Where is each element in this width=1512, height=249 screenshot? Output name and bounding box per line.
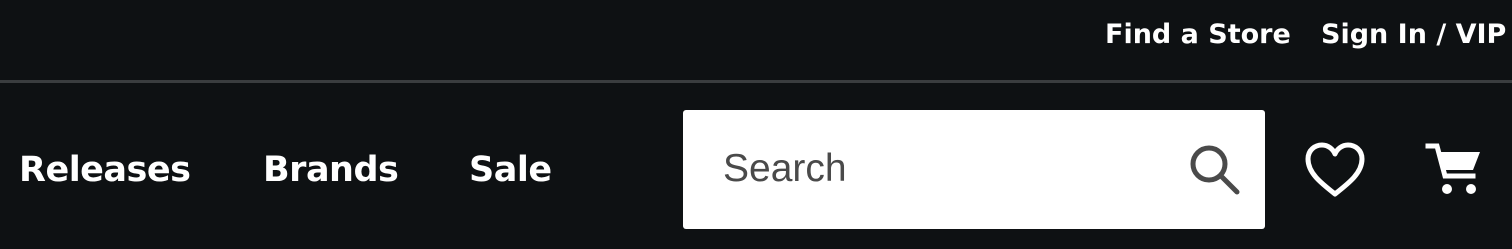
utility-bar: Find a Store Sign In / VIP (0, 0, 1512, 80)
nav-item-brands[interactable]: Brands (263, 149, 399, 191)
main-nav: Releases Brands Sale (0, 83, 1512, 249)
find-a-store-link[interactable]: Find a Store (1105, 18, 1291, 52)
sign-in-vip-link[interactable]: Sign In / VIP (1321, 18, 1506, 52)
search-icon[interactable] (1187, 142, 1243, 198)
site-header: Find a Store Sign In / VIP Releases Bran… (0, 0, 1512, 249)
search-input[interactable] (723, 140, 1163, 198)
heart-icon[interactable] (1303, 141, 1367, 199)
nav-item-releases[interactable]: Releases (19, 149, 191, 191)
cart-icon[interactable] (1425, 140, 1485, 200)
nav-item-sale[interactable]: Sale (469, 149, 552, 191)
search-box (683, 110, 1265, 229)
